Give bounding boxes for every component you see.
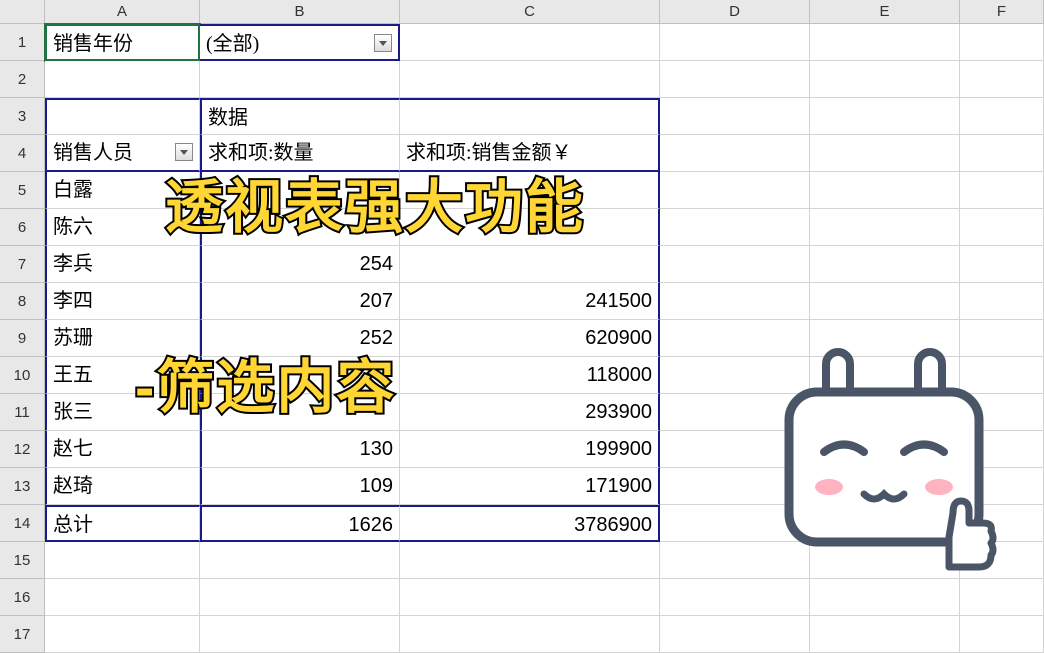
cell[interactable] bbox=[960, 172, 1044, 209]
cell[interactable] bbox=[400, 579, 660, 616]
filter-value: (全部) bbox=[206, 33, 259, 55]
col-header-b[interactable]: B bbox=[200, 0, 400, 24]
table-row-name[interactable]: 赵七 bbox=[45, 431, 200, 468]
mascot-icon bbox=[754, 332, 1014, 592]
cell[interactable] bbox=[45, 61, 200, 98]
cell[interactable] bbox=[960, 135, 1044, 172]
cell[interactable] bbox=[400, 24, 660, 61]
cell[interactable] bbox=[660, 246, 810, 283]
filter-value-cell[interactable]: (全部) bbox=[200, 24, 400, 61]
cell[interactable] bbox=[810, 61, 960, 98]
cell[interactable] bbox=[960, 283, 1044, 320]
col-header-e[interactable]: E bbox=[810, 0, 960, 24]
cell[interactable] bbox=[960, 98, 1044, 135]
row-header[interactable]: 10 bbox=[0, 357, 45, 394]
cell[interactable] bbox=[810, 246, 960, 283]
total-qty[interactable]: 1626 bbox=[200, 505, 400, 542]
select-all-corner[interactable] bbox=[0, 0, 45, 24]
cell[interactable] bbox=[200, 542, 400, 579]
cell[interactable] bbox=[660, 24, 810, 61]
cell[interactable] bbox=[200, 579, 400, 616]
row-header[interactable]: 1 bbox=[0, 24, 45, 61]
table-row-amt[interactable]: 118000 bbox=[400, 357, 660, 394]
cell[interactable] bbox=[400, 542, 660, 579]
table-row-name[interactable]: 赵琦 bbox=[45, 468, 200, 505]
cell[interactable] bbox=[45, 616, 200, 653]
row-field-label: 销售人员 bbox=[53, 142, 133, 164]
col-header-f[interactable]: F bbox=[960, 0, 1044, 24]
table-row-amt[interactable]: 171900 bbox=[400, 468, 660, 505]
cell[interactable] bbox=[810, 616, 960, 653]
cell[interactable] bbox=[660, 283, 810, 320]
cell[interactable] bbox=[660, 135, 810, 172]
total-label[interactable]: 总计 bbox=[45, 505, 200, 542]
table-row-name[interactable]: 李四 bbox=[45, 283, 200, 320]
cell[interactable] bbox=[45, 542, 200, 579]
cell[interactable] bbox=[660, 172, 810, 209]
table-row-qty[interactable]: 109 bbox=[200, 468, 400, 505]
cell[interactable] bbox=[200, 61, 400, 98]
table-row-amt[interactable]: 241500 bbox=[400, 283, 660, 320]
cell[interactable] bbox=[960, 246, 1044, 283]
column-headers: A B C D E F bbox=[45, 0, 1044, 24]
cell[interactable] bbox=[660, 98, 810, 135]
cell[interactable] bbox=[960, 209, 1044, 246]
filter-dropdown-icon[interactable] bbox=[374, 34, 392, 52]
cell[interactable] bbox=[45, 98, 200, 135]
cell[interactable] bbox=[810, 209, 960, 246]
table-row-name[interactable]: 李兵 bbox=[45, 246, 200, 283]
cell[interactable] bbox=[960, 24, 1044, 61]
cell[interactable] bbox=[960, 61, 1044, 98]
cell[interactable] bbox=[400, 61, 660, 98]
overlay-title-2: -筛选内容 bbox=[135, 340, 396, 424]
row-header[interactable]: 12 bbox=[0, 431, 45, 468]
pivot-data-header[interactable]: 数据 bbox=[200, 98, 400, 135]
table-row-amt[interactable]: 293900 bbox=[400, 394, 660, 431]
row-header[interactable]: 9 bbox=[0, 320, 45, 357]
table-row-amt[interactable]: 199900 bbox=[400, 431, 660, 468]
row-header[interactable]: 8 bbox=[0, 283, 45, 320]
col-header-c[interactable]: C bbox=[400, 0, 660, 24]
cell[interactable] bbox=[660, 616, 810, 653]
cell[interactable] bbox=[810, 283, 960, 320]
cell[interactable] bbox=[810, 172, 960, 209]
table-row-qty[interactable]: 130 bbox=[200, 431, 400, 468]
row-header[interactable]: 3 bbox=[0, 98, 45, 135]
cell[interactable] bbox=[810, 24, 960, 61]
row-header[interactable]: 13 bbox=[0, 468, 45, 505]
overlay-title-1: 透视表强大功能 bbox=[165, 160, 585, 244]
cell[interactable] bbox=[400, 616, 660, 653]
cell[interactable] bbox=[810, 135, 960, 172]
cell[interactable] bbox=[660, 209, 810, 246]
cell[interactable] bbox=[960, 616, 1044, 653]
table-row-qty[interactable]: 254 bbox=[200, 246, 400, 283]
rowfield-dropdown-icon[interactable] bbox=[175, 143, 193, 161]
table-row-amt[interactable] bbox=[400, 246, 660, 283]
row-header[interactable]: 16 bbox=[0, 579, 45, 616]
row-header[interactable]: 7 bbox=[0, 246, 45, 283]
row-header[interactable]: 15 bbox=[0, 542, 45, 579]
row-header[interactable]: 2 bbox=[0, 61, 45, 98]
cell[interactable] bbox=[400, 98, 660, 135]
row-header[interactable]: 11 bbox=[0, 394, 45, 431]
row-header[interactable]: 17 bbox=[0, 616, 45, 653]
cell[interactable] bbox=[810, 98, 960, 135]
col-header-d[interactable]: D bbox=[660, 0, 810, 24]
row-header[interactable]: 6 bbox=[0, 209, 45, 246]
row-header[interactable]: 5 bbox=[0, 172, 45, 209]
row-header[interactable]: 4 bbox=[0, 135, 45, 172]
cell[interactable] bbox=[200, 616, 400, 653]
col-header-a[interactable]: A bbox=[45, 0, 200, 24]
cell[interactable] bbox=[660, 61, 810, 98]
table-row-amt[interactable]: 620900 bbox=[400, 320, 660, 357]
total-amt[interactable]: 3786900 bbox=[400, 505, 660, 542]
row-headers: 1 2 3 4 5 6 7 8 9 10 11 12 13 14 15 16 1… bbox=[0, 24, 45, 653]
filter-label-cell[interactable]: 销售年份 bbox=[45, 24, 200, 61]
table-row-qty[interactable]: 207 bbox=[200, 283, 400, 320]
cell[interactable] bbox=[45, 579, 200, 616]
row-header[interactable]: 14 bbox=[0, 505, 45, 542]
